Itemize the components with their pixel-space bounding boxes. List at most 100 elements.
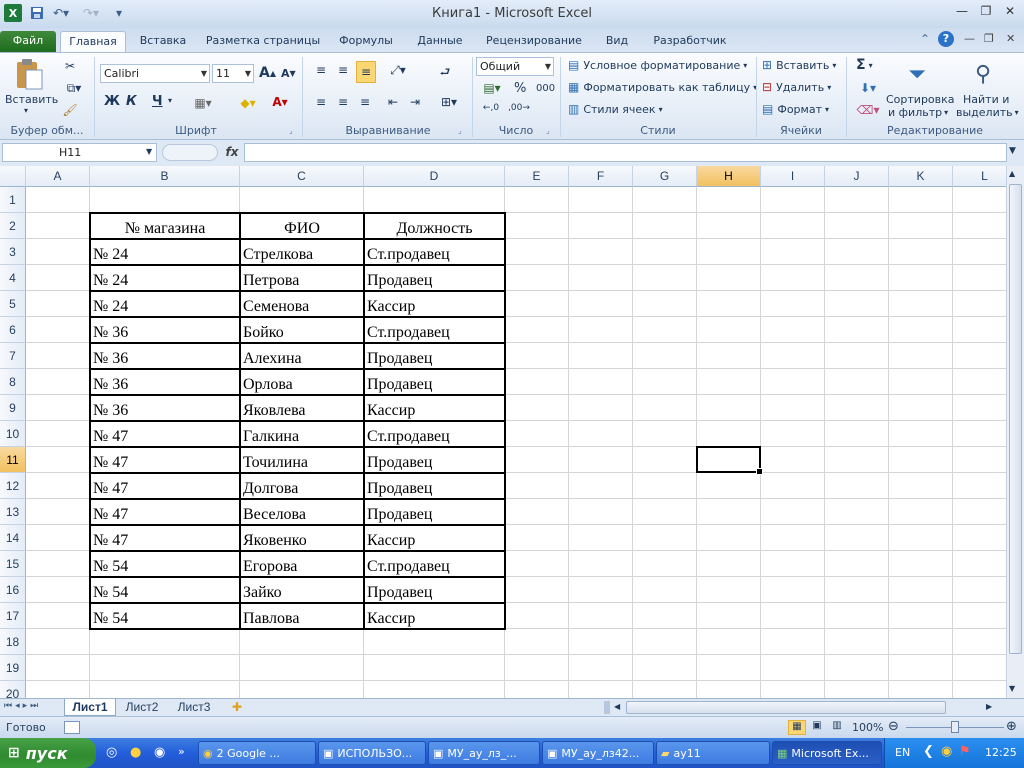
shrink-font-button[interactable]: A ▼	[281, 67, 296, 80]
quicklaunch-icon-2[interactable]: ●	[130, 745, 141, 760]
table-cell[interactable]: № 47	[90, 499, 240, 525]
comma-style-button[interactable]: 000	[536, 83, 555, 94]
scroll-up-icon[interactable]: ▲	[1009, 169, 1015, 178]
align-bottom-icon[interactable]: ≡	[356, 61, 376, 83]
workbook-minimize-icon[interactable]: —	[964, 32, 975, 45]
cell-styles-button[interactable]: ▥ Стили ячеек ▾	[568, 102, 663, 116]
align-top-icon[interactable]: ≡	[312, 63, 330, 77]
table-cell[interactable]: Долгова	[240, 473, 364, 499]
sort-filter-button[interactable]: и фильтр ▾	[888, 106, 948, 119]
tab-home[interactable]: Главная	[60, 31, 126, 52]
decrease-decimal-icon[interactable]: ,00→	[508, 103, 530, 113]
tab-split-handle[interactable]	[604, 701, 610, 714]
sheet-tab-3[interactable]: Лист3	[170, 699, 218, 716]
row-header-13[interactable]: 13	[0, 499, 26, 525]
vertical-scrollbar[interactable]: ▲ ▼	[1006, 166, 1024, 698]
tray-icon-chrome[interactable]: ◉	[941, 744, 952, 759]
row-header-8[interactable]: 8	[0, 369, 26, 395]
insert-cells-button[interactable]: ⊞ Вставить ▾	[762, 58, 836, 72]
task-word-3[interactable]: ▣ МУ_ау_лз42...	[542, 741, 654, 765]
find-select-button[interactable]: выделить ▾	[956, 106, 1019, 119]
wrap-text-icon[interactable]: ⮐	[436, 63, 454, 84]
percent-button[interactable]: %	[514, 81, 526, 96]
autosum-button[interactable]: Σ ▾	[856, 57, 873, 73]
increase-decimal-icon[interactable]: ←,0	[480, 103, 502, 113]
horizontal-scroll-thumb[interactable]	[626, 701, 946, 714]
orientation-icon[interactable]: ⤢▾	[386, 63, 410, 78]
align-right-icon[interactable]: ≡	[356, 95, 374, 109]
font-color-icon[interactable]: A▾	[268, 93, 292, 111]
scroll-left-icon[interactable]: ◀	[614, 702, 620, 711]
font-size-combo[interactable]: 11 ▼	[212, 64, 254, 83]
zoom-slider-thumb[interactable]	[951, 721, 959, 733]
fill-color-icon[interactable]: ◆▾	[236, 95, 260, 111]
worksheet-grid[interactable]: ABCDEFGHIJKL 1 2 3 4 5 6 7 8 9 10 11 12 13 14 15 16 17 18…	[0, 166, 1006, 698]
table-cell[interactable]: № 36	[90, 369, 240, 395]
name-box-dropdown-icon[interactable]: ▼	[146, 147, 152, 156]
table-cell[interactable]: Кассир	[364, 395, 505, 421]
table-cell[interactable]: Ст.продавец	[364, 421, 505, 447]
column-header-f[interactable]: F	[569, 166, 633, 187]
column-header-b[interactable]: B	[90, 166, 240, 187]
column-header-e[interactable]: E	[505, 166, 569, 187]
row-header-3[interactable]: 3	[0, 239, 26, 265]
tab-formulas[interactable]: Формулы	[334, 31, 398, 52]
table-cell[interactable]: Ст.продавец	[364, 239, 505, 265]
row-header-17[interactable]: 17	[0, 603, 26, 629]
help-icon[interactable]: ?	[938, 31, 954, 47]
table-cell[interactable]: № 36	[90, 395, 240, 421]
conditional-formatting-button[interactable]: ▤ Условное форматирование ▾	[568, 58, 747, 72]
table-cell[interactable]: № 47	[90, 447, 240, 473]
tab-view[interactable]: Вид	[598, 31, 636, 52]
workbook-close-icon[interactable]: ✕	[1006, 32, 1015, 45]
table-cell[interactable]: Продавец	[364, 499, 505, 525]
number-dialog-launcher-icon[interactable]: ⌟	[546, 126, 550, 135]
align-middle-icon[interactable]: ≡	[334, 63, 352, 77]
quicklaunch-more-icon[interactable]: »	[178, 745, 185, 758]
delete-cells-button[interactable]: ⊟ Удалить ▾	[762, 80, 831, 94]
borders-icon[interactable]: ▦▾	[192, 95, 214, 111]
row-header-11[interactable]: 11	[0, 447, 26, 473]
table-cell[interactable]: № 36	[90, 317, 240, 343]
quicklaunch-icon-1[interactable]: ◎	[106, 745, 117, 760]
table-cell[interactable]: № 24	[90, 265, 240, 291]
clear-icon[interactable]: ⌫▾	[856, 103, 880, 117]
table-cell[interactable]: Зайко	[240, 577, 364, 603]
table-cell[interactable]: Орлова	[240, 369, 364, 395]
row-header-4[interactable]: 4	[0, 265, 26, 291]
row-header-18[interactable]: 18	[0, 629, 26, 655]
column-header-k[interactable]: K	[889, 166, 953, 187]
minimize-button[interactable]: —	[950, 4, 974, 22]
column-header-h[interactable]: H	[697, 166, 761, 187]
task-google-chrome[interactable]: ◉ 2 Google ...	[198, 741, 316, 765]
format-cells-button[interactable]: ▤ Формат ▾	[762, 102, 829, 116]
macro-record-icon[interactable]	[64, 721, 80, 734]
formula-bar-resize-handle[interactable]	[162, 144, 218, 161]
scroll-right-icon[interactable]: ▶	[986, 702, 992, 711]
table-cell[interactable]: № 24	[90, 239, 240, 265]
find-label-1[interactable]: Найти и	[963, 93, 1009, 106]
format-painter-icon[interactable]: 🖌	[62, 101, 78, 119]
tab-review[interactable]: Рецензирование	[482, 31, 586, 52]
table-cell[interactable]: Петрова	[240, 265, 364, 291]
row-header-5[interactable]: 5	[0, 291, 26, 317]
column-header-d[interactable]: D	[364, 166, 505, 187]
row-header-19[interactable]: 19	[0, 655, 26, 681]
task-excel[interactable]: ▦ Microsoft Ex...	[772, 741, 882, 765]
insert-sheet-icon[interactable]: ✚	[226, 699, 248, 716]
decrease-indent-icon[interactable]: ⇤	[384, 95, 402, 109]
zoom-in-icon[interactable]: ⊕	[1006, 719, 1017, 734]
scroll-down-icon[interactable]: ▼	[1009, 684, 1015, 693]
find-binoculars-icon[interactable]: ⚲	[966, 57, 1000, 91]
column-header-l[interactable]: L	[953, 166, 1006, 187]
sheet-tab-2[interactable]: Лист2	[118, 699, 166, 716]
paste-icon[interactable]	[12, 57, 46, 91]
table-cell[interactable]: Стрелкова	[240, 239, 364, 265]
table-cell[interactable]: Яковлева	[240, 395, 364, 421]
sheet-tab-1[interactable]: Лист1	[64, 699, 116, 716]
expand-formula-bar-icon[interactable]: ▼	[1009, 146, 1016, 156]
bold-button[interactable]: Ж	[104, 94, 120, 109]
table-cell[interactable]: Кассир	[364, 291, 505, 317]
column-header-c[interactable]: C	[240, 166, 364, 187]
table-header-cell[interactable]: ФИО	[240, 213, 364, 239]
